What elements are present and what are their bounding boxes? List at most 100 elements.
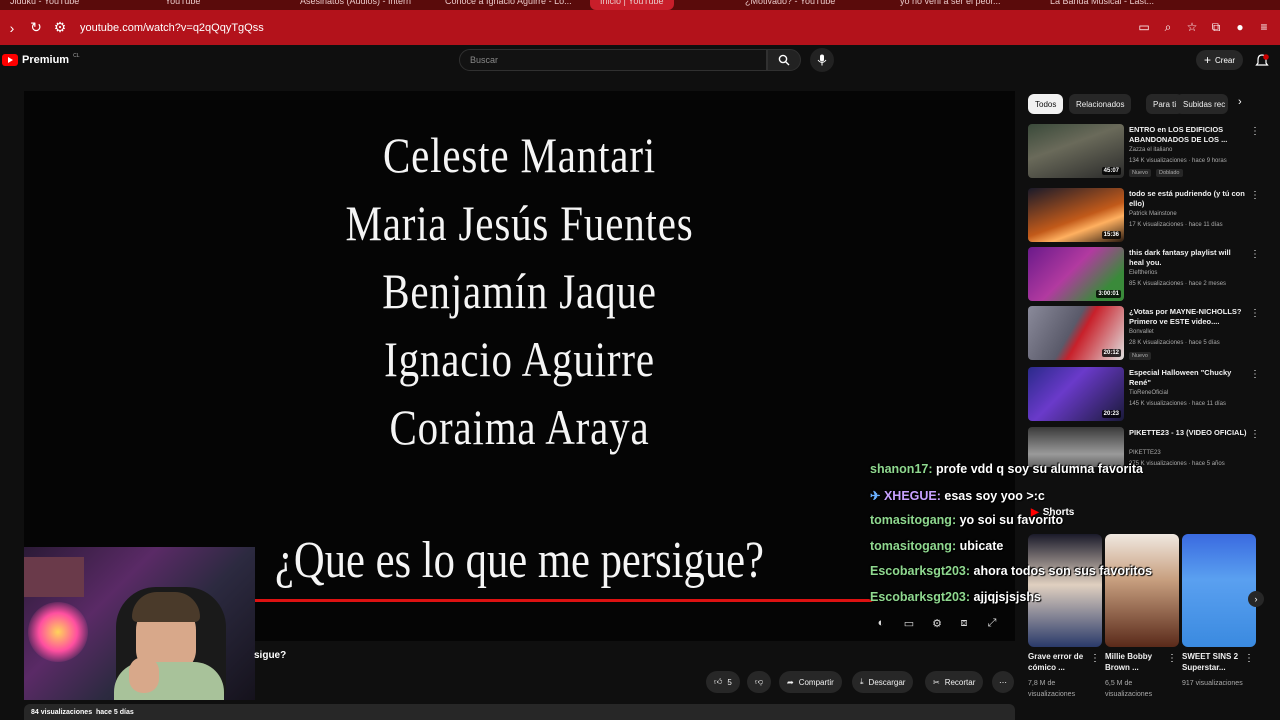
dislike-button[interactable]: 👎︎ <box>747 671 772 693</box>
browser-tab[interactable]: La Banda Musical - Last... <box>1050 0 1154 10</box>
webcam-shelf <box>24 557 84 597</box>
chat-text: ahora todos son sus favoritos <box>973 564 1153 578</box>
video-thumbnail[interactable]: 3:00:01 <box>1028 247 1124 301</box>
channel-name[interactable]: Patrick Mainstone <box>1129 211 1177 217</box>
chip-subidas[interactable]: Subidas rec <box>1176 94 1228 114</box>
browser-tab[interactable]: Asesinatos (Audios) - Intern <box>300 0 411 10</box>
recommendation-title[interactable]: Especial Halloween "Chucky René" <box>1129 368 1247 388</box>
youtube-logo[interactable]: Premium CL <box>2 53 80 66</box>
more-vert-icon[interactable]: ⋮ <box>1167 653 1177 664</box>
more-actions-button[interactable]: ⋯ <box>992 671 1014 693</box>
more-vert-icon[interactable]: ⋮ <box>1250 126 1260 138</box>
notifications-bell-icon[interactable] <box>1254 53 1270 69</box>
search-button[interactable] <box>767 49 801 71</box>
more-horizontal-icon: ⋯ <box>999 677 1007 687</box>
download-button[interactable]: ⤓ Descargar <box>852 671 914 693</box>
thumbs-up-icon: 👍︎ <box>714 677 723 686</box>
fullscreen-icon[interactable]: ⤢ <box>984 616 1000 630</box>
video-thumbnail[interactable]: 45:07 <box>1028 124 1124 178</box>
chevron-right-icon[interactable]: › <box>1238 96 1252 112</box>
description-box[interactable]: 84 visualizaciones hace 5 días <box>24 704 1015 720</box>
view-count: 84 visualizaciones <box>31 709 93 716</box>
create-button[interactable]: + Crear <box>1196 50 1244 70</box>
logo-text: Premium <box>22 54 70 66</box>
zoom-icon[interactable]: ⌕ <box>1160 16 1176 38</box>
search-input[interactable]: Buscar <box>459 49 767 71</box>
browser-menu-icon[interactable]: ≡ <box>1256 16 1272 38</box>
shorts-next-button[interactable]: › <box>1248 591 1264 607</box>
short-thumbnail[interactable] <box>1182 534 1256 647</box>
dubbed-badge: Doblado <box>1156 169 1183 177</box>
short-title[interactable]: Grave error de cómico ... <box>1028 651 1092 673</box>
browser-tab[interactable]: yo no veni a ser el peor... <box>900 0 1001 10</box>
bookmark-star-icon[interactable]: ☆ <box>1184 16 1200 38</box>
short-views: 7,8 M de visualizaciones <box>1028 680 1076 698</box>
chip-relacionados[interactable]: Relacionados <box>1069 94 1132 114</box>
reload-icon[interactable]: ↻ <box>24 16 48 40</box>
chat-username: tomasitogang: <box>870 513 957 527</box>
recommendation-title[interactable]: ¿Votas por MAYNE-NICHOLLS? Primero ve ES… <box>1129 307 1247 327</box>
recommendation-title[interactable]: this dark fantasy playlist will heal you… <box>1129 248 1247 268</box>
channel-name[interactable]: Eleftherios <box>1129 270 1157 276</box>
like-button[interactable]: 👍︎ 5 <box>706 671 740 693</box>
recommendation-item[interactable]: 20:23 Especial Halloween "Chucky René" T… <box>1028 367 1268 423</box>
video-thumbnail[interactable] <box>1028 427 1124 467</box>
chip-todos[interactable]: Todos <box>1028 94 1064 114</box>
more-vert-icon[interactable]: ⋮ <box>1090 653 1100 664</box>
video-thumbnail[interactable]: 20:12 <box>1028 306 1124 360</box>
video-thumbnail[interactable]: 15:36 <box>1028 188 1124 242</box>
more-vert-icon[interactable]: ⋮ <box>1250 190 1260 202</box>
cast-icon[interactable]: ▭ <box>1136 16 1152 38</box>
progress-bar[interactable] <box>254 599 874 602</box>
browser-tab[interactable]: ¿Motivado? - YouTube <box>745 0 835 10</box>
settings-gear-icon[interactable]: ⚙ <box>929 616 945 630</box>
video-thumbnail[interactable]: 20:23 <box>1028 367 1124 421</box>
subtitles-icon[interactable]: ▭ <box>901 616 917 630</box>
more-vert-icon[interactable]: ⋮ <box>1250 308 1260 320</box>
browser-tab-active[interactable]: Inicio | YouTube <box>590 0 674 10</box>
site-info-icon[interactable]: ⚙ <box>48 16 72 40</box>
more-vert-icon[interactable]: ⋮ <box>1250 369 1260 381</box>
credit-name: Maria Jesús Fuentes <box>345 195 694 251</box>
short-views: 917 visualizaciones <box>1182 680 1243 687</box>
recommendation-title[interactable]: PIKETTE23 - 13 (VIDEO OFICIAL) <box>1129 428 1247 438</box>
channel-name[interactable]: Zazza el italiano <box>1129 147 1172 153</box>
more-vert-icon[interactable]: ⋮ <box>1250 249 1260 261</box>
chat-text: ubicate <box>959 539 1004 553</box>
profile-icon[interactable]: ● <box>1232 16 1248 38</box>
channel-name[interactable]: TioReneOficial <box>1129 390 1168 396</box>
channel-name[interactable]: Bonvallet <box>1129 329 1154 335</box>
share-icon: ➦ <box>787 677 794 687</box>
credit-name: Coraima Araya <box>389 399 650 455</box>
back-icon[interactable]: › <box>0 16 24 40</box>
more-vert-icon[interactable]: ⋮ <box>1250 429 1260 441</box>
recommendation-item[interactable]: 45:07 ENTRO en LOS EDIFICIOS ABANDONADOS… <box>1028 124 1268 180</box>
recommendation-title[interactable]: todo se está pudriendo (y tú con ello) <box>1129 189 1247 209</box>
browser-tab[interactable]: Jiduku - YouTube <box>10 0 79 10</box>
chat-username: Escobarksgt203: <box>870 590 971 604</box>
miniplayer-icon[interactable]: ⧈ <box>956 616 972 630</box>
recommendation-title[interactable]: ENTRO en LOS EDIFICIOS ABANDONADOS DE LO… <box>1129 125 1247 145</box>
upload-date: hace 5 días <box>95 709 134 716</box>
browser-tab[interactable]: YouTube <box>165 0 200 10</box>
extensions-icon[interactable]: ⧉ <box>1208 16 1224 38</box>
logo-country: CL <box>73 53 80 59</box>
recommendation-item[interactable]: PIKETTE23 - 13 (VIDEO OFICIAL) PIKETTE23… <box>1028 427 1268 467</box>
duration-badge: 15:36 <box>1101 231 1121 239</box>
recommendation-item[interactable]: 15:36 todo se está pudriendo (y tú con e… <box>1028 188 1268 244</box>
browser-tab[interactable]: Conoce a Ignacio Aguirre - Lo... <box>445 0 572 10</box>
recommendation-meta: 145 K visualizaciones · hace 11 días <box>1129 401 1226 407</box>
clip-button[interactable]: ✂ Recortar <box>925 671 984 693</box>
short-thumbnail[interactable] <box>1105 534 1179 647</box>
short-title[interactable]: SWEET SINS 2 Superstar... <box>1182 651 1246 673</box>
recommendation-meta: 134 K visualizaciones · hace 9 horas <box>1129 158 1227 164</box>
short-title[interactable]: Millie Bobby Brown ... <box>1105 651 1169 673</box>
voice-search-button[interactable] <box>810 48 834 72</box>
share-button[interactable]: ➦ Compartir <box>779 671 842 693</box>
more-vert-icon[interactable]: ⋮ <box>1244 653 1254 664</box>
url-field[interactable]: youtube.com/watch?v=q2qQqyTgQss <box>80 22 264 34</box>
autoplay-toggle-icon[interactable]: ◐ <box>873 616 889 630</box>
channel-name[interactable]: PIKETTE23 <box>1129 450 1161 456</box>
recommendation-item[interactable]: 3:00:01 this dark fantasy playlist will … <box>1028 247 1268 303</box>
recommendation-item[interactable]: 20:12 ¿Votas por MAYNE-NICHOLLS? Primero… <box>1028 306 1268 362</box>
